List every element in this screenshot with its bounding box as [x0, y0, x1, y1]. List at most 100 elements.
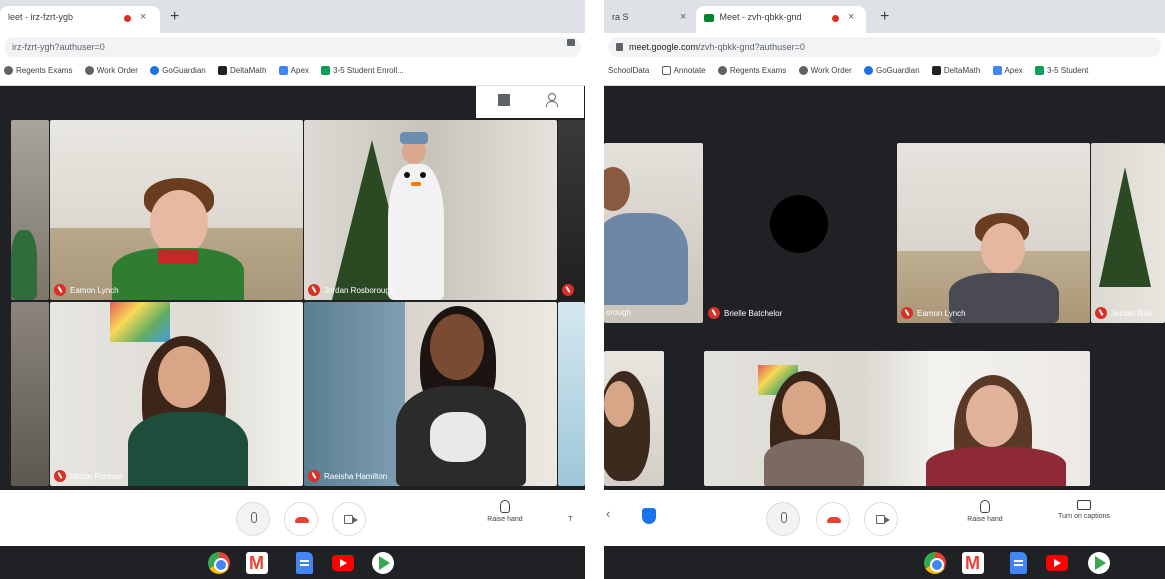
- christmas-tree: [1099, 167, 1151, 287]
- tab-strip: ra S × Meet - zvh-qbkk-gnd × +: [604, 0, 1165, 33]
- apex-icon: [992, 66, 1002, 75]
- meet-top-controls: [476, 86, 584, 118]
- address-bar[interactable]: irz-fzrt-ygh?authuser=0: [4, 37, 581, 57]
- participant-name-jordan: Jordan Rosborough: [308, 284, 394, 296]
- participant-name-brielle: Brielle Batchelor: [708, 307, 782, 319]
- bookmark-work-order[interactable]: Work Order: [84, 66, 138, 75]
- video-tile-nicole[interactable]: Nicole Forman: [50, 302, 303, 486]
- tab-title: leet - irz-fzrt-ygb: [8, 12, 74, 22]
- leave-call-button[interactable]: [284, 502, 318, 536]
- participant-figure: [604, 213, 688, 305]
- participant-face: [604, 381, 634, 427]
- new-tab-icon[interactable]: +: [880, 8, 889, 26]
- new-tab-icon[interactable]: +: [170, 8, 179, 26]
- address-bar[interactable]: meet.google.com/zvh-qbkk-gnd?authuser=0: [608, 37, 1161, 57]
- os-shelf: [604, 546, 1165, 579]
- mic-off-icon: [1095, 307, 1107, 319]
- camera-button[interactable]: [332, 502, 366, 536]
- bookmark-deltamath[interactable]: DeltaMath: [217, 66, 266, 75]
- play-store-app-icon[interactable]: [372, 552, 394, 574]
- video-tile-eamon[interactable]: Eamon Lynch: [50, 120, 303, 300]
- camera-button[interactable]: [864, 502, 898, 536]
- rainbow-poster: [110, 302, 170, 342]
- meeting-stage: Eamon Lynch Jordan Rosborough Nicole For…: [0, 86, 585, 490]
- bookmark-deltamath[interactable]: DeltaMath: [931, 66, 980, 75]
- browser-toolbar: meet.google.com/zvh-qbkk-gnd?authuser=0: [604, 33, 1165, 60]
- meeting-stage: orough Brielle Batchelor Eamon Lynch Jor…: [604, 86, 1165, 490]
- participant-figure: [926, 447, 1066, 486]
- grid-layout-icon[interactable]: [498, 94, 510, 106]
- docs-app-icon[interactable]: [1010, 552, 1027, 574]
- video-tile-nicole-group[interactable]: [704, 351, 1090, 486]
- bookmark-work-order[interactable]: Work Order: [798, 66, 852, 75]
- add-people-icon[interactable]: [546, 93, 562, 107]
- bookmark-regents-exams[interactable]: Regents Exams: [4, 66, 72, 75]
- gmail-app-icon[interactable]: [246, 552, 268, 574]
- bookmark-student[interactable]: 3-5 Student: [1035, 66, 1088, 75]
- bookmark-goguardian[interactable]: GoGuardian: [864, 66, 920, 75]
- youtube-app-icon[interactable]: [1046, 555, 1068, 571]
- camera-icon: [344, 515, 358, 524]
- camera-in-use-icon[interactable]: [567, 39, 575, 46]
- mic-off-icon: [54, 284, 66, 296]
- captions-button[interactable]: Turn on captions: [1044, 500, 1124, 520]
- bookmark-goguardian[interactable]: GoGuardian: [150, 66, 206, 75]
- participant-name-raeisha: Raeisha Hamilton: [308, 470, 387, 482]
- docs-app-icon[interactable]: [296, 552, 313, 574]
- goguardian-icon: [150, 66, 160, 75]
- microphone-button[interactable]: [236, 502, 270, 536]
- chrome-app-icon[interactable]: [924, 552, 946, 574]
- tab-title: Meet - zvh-qbkk-gnd: [719, 12, 802, 22]
- sheets-icon: [1035, 66, 1044, 75]
- browser-chrome: leet - irz-fzrt-ygb × + irz-fzrt-ygh?aut…: [0, 0, 585, 86]
- microphone-button[interactable]: [766, 502, 800, 536]
- hang-up-icon: [295, 517, 309, 523]
- left-screenshot: leet - irz-fzrt-ygb × + irz-fzrt-ygh?aut…: [0, 0, 585, 579]
- play-store-app-icon[interactable]: [1088, 552, 1110, 574]
- globe-icon: [84, 66, 94, 75]
- meet-control-bar: ‹ Raise hand Turn on captions: [604, 490, 1165, 546]
- bookmark-regents-exams[interactable]: Regents Exams: [717, 66, 786, 75]
- globe-icon: [798, 66, 808, 75]
- sheets-icon: [321, 66, 331, 75]
- participant-figure: [764, 439, 864, 486]
- deltamath-icon: [931, 66, 941, 75]
- video-tile-brielle[interactable]: Brielle Batchelor: [704, 143, 894, 323]
- raise-hand-button[interactable]: Raise hand: [960, 500, 1010, 523]
- url-text: irz-fzrt-ygh?authuser=0: [12, 42, 105, 52]
- gmail-app-icon[interactable]: [962, 552, 984, 574]
- bookmark-annotate[interactable]: Annotate: [661, 66, 706, 75]
- mic-off-icon: [54, 470, 66, 482]
- video-tile-partial: [11, 302, 49, 486]
- recording-indicator-icon: [124, 15, 131, 22]
- close-tab-icon[interactable]: ×: [848, 11, 854, 23]
- bookmark-apex[interactable]: Apex: [278, 66, 309, 75]
- participant-face: [430, 314, 484, 380]
- tab-inactive[interactable]: ra S ×: [604, 6, 694, 33]
- video-tile-rosborough-partial[interactable]: [604, 143, 703, 323]
- bookmark-schooldata[interactable]: SchoolData: [608, 66, 649, 75]
- bookmark-student-enroll[interactable]: 3-5 Student Enroll...: [321, 66, 404, 75]
- bookmark-apex[interactable]: Apex: [992, 66, 1023, 75]
- chrome-app-icon[interactable]: [208, 552, 230, 574]
- close-tab-icon[interactable]: ×: [680, 11, 686, 23]
- tab-meet[interactable]: leet - irz-fzrt-ygb ×: [0, 6, 160, 33]
- video-tile-jordan-partial[interactable]: Jordan Ros: [1091, 143, 1165, 323]
- participant-figure: [128, 412, 248, 486]
- video-tile-jordan[interactable]: Jordan Rosborough: [304, 120, 557, 300]
- tab-strip: leet - irz-fzrt-ygb × +: [0, 0, 585, 33]
- leave-call-button[interactable]: [816, 502, 850, 536]
- video-tile-eamon[interactable]: Eamon Lynch: [897, 143, 1090, 323]
- recording-indicator-icon: [832, 15, 839, 22]
- avatar: [770, 195, 828, 253]
- video-tile-raeisha[interactable]: Raeisha Hamilton: [304, 302, 557, 486]
- overflow-button[interactable]: T: [556, 500, 585, 523]
- meet-favicon-icon: [704, 13, 714, 22]
- mic-off-icon: [708, 307, 720, 319]
- tab-meet[interactable]: Meet - zvh-qbkk-gnd ×: [696, 6, 866, 33]
- youtube-app-icon[interactable]: [332, 555, 354, 571]
- raise-hand-button[interactable]: Raise hand: [480, 500, 530, 523]
- close-tab-icon[interactable]: ×: [140, 11, 146, 23]
- host-controls-shield-icon[interactable]: [642, 508, 656, 524]
- chevron-left-icon[interactable]: ‹: [606, 506, 610, 521]
